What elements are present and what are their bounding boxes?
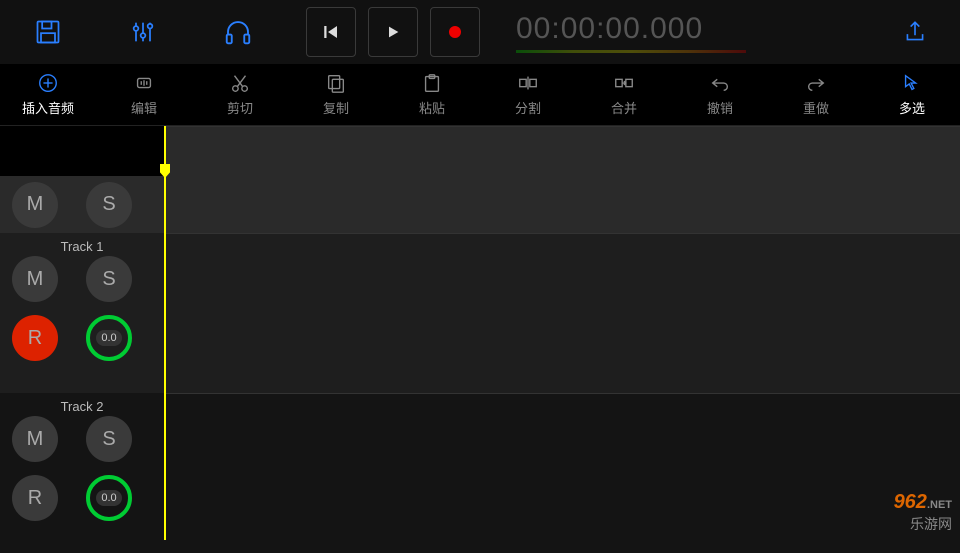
track-name: Track 1 — [0, 239, 164, 254]
tool-split[interactable]: 分割 — [480, 64, 576, 125]
headphones-button[interactable] — [190, 0, 285, 64]
tool-copy[interactable]: 复制 — [288, 64, 384, 125]
mute-button[interactable]: M — [12, 256, 58, 302]
tool-merge[interactable]: 合并 — [576, 64, 672, 125]
solo-button[interactable]: S — [86, 416, 132, 462]
save-button[interactable] — [0, 0, 95, 64]
tool-undo[interactable]: 撤销 — [672, 64, 768, 125]
tool-cut[interactable]: 剪切 — [192, 64, 288, 125]
tool-redo[interactable]: 重做 — [768, 64, 864, 125]
track-timeline[interactable] — [164, 233, 960, 393]
record-arm-button[interactable]: R — [12, 475, 58, 521]
master-mute-button[interactable]: M — [12, 182, 58, 228]
track-2: Track 2 MSR 0.0 — [0, 393, 960, 553]
gain-knob[interactable]: 0.0 — [86, 475, 132, 521]
watermark: 962.NET 乐游网 — [894, 491, 952, 534]
rewind-button[interactable] — [306, 7, 356, 57]
tool-multiselect[interactable]: 多选 — [864, 64, 960, 125]
gain-knob[interactable]: 0.0 — [86, 315, 132, 361]
track-timeline[interactable] — [164, 393, 960, 553]
top-toolbar: 00:00:00.000 — [0, 0, 960, 64]
record-button[interactable] — [430, 7, 480, 57]
mute-button[interactable]: M — [12, 416, 58, 462]
master-track-header: M S — [0, 176, 960, 233]
share-button[interactable] — [880, 19, 950, 45]
track-area: 00:0000:4001:2002:0002:4003:2004:0004:40… — [0, 126, 960, 540]
mixer-button[interactable] — [95, 0, 190, 64]
tool-edit[interactable]: 编辑 — [96, 64, 192, 125]
playhead-icon[interactable] — [164, 126, 166, 540]
tool-paste[interactable]: 粘贴 — [384, 64, 480, 125]
track-name: Track 2 — [0, 399, 164, 414]
play-button[interactable] — [368, 7, 418, 57]
master-solo-button[interactable]: S — [86, 182, 132, 228]
record-arm-button[interactable]: R — [12, 315, 58, 361]
solo-button[interactable]: S — [86, 256, 132, 302]
tool-insert-audio[interactable]: 插入音频 — [0, 64, 96, 125]
edit-toolbar: 插入音频 编辑 剪切 复制 粘贴 分割 合并 撤销 重做 多选 — [0, 64, 960, 126]
track-1: Track 1 MSR 0.0 — [0, 233, 960, 393]
timecode-display: 00:00:00.000 — [486, 12, 746, 53]
transport-controls — [300, 7, 486, 57]
